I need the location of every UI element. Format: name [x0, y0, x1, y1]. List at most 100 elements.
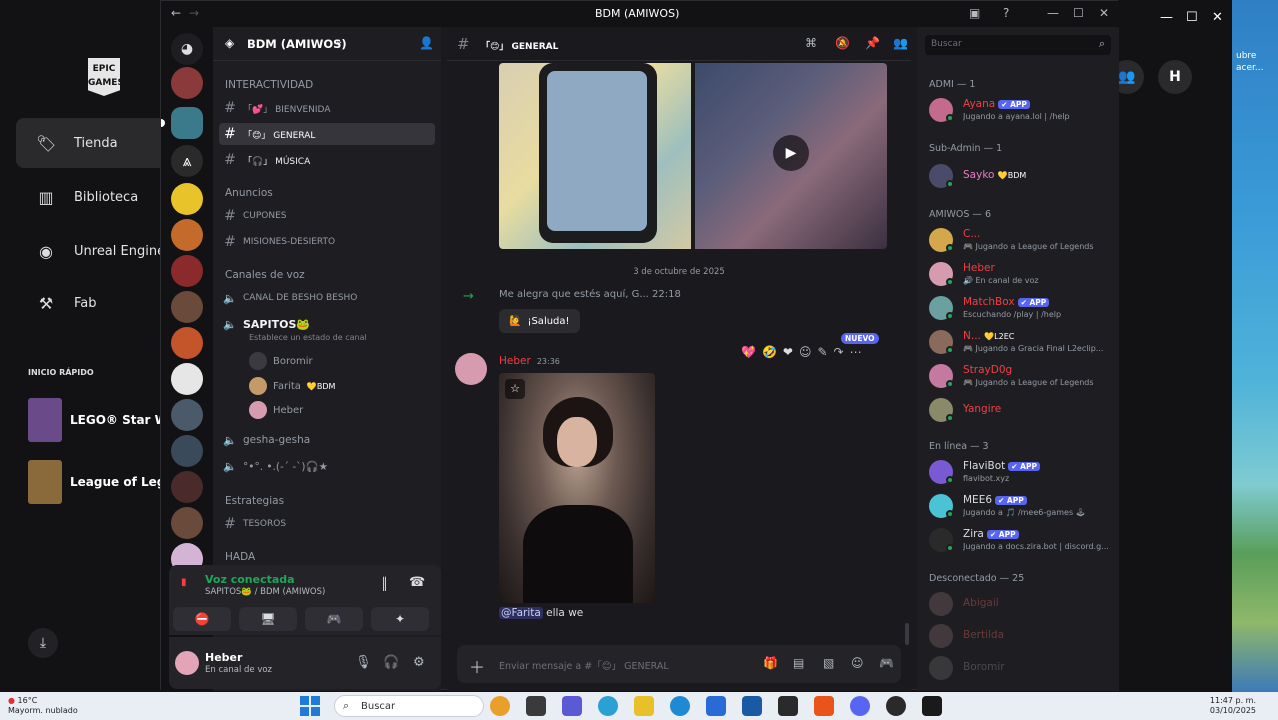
windows-start-icon[interactable]: [300, 696, 320, 716]
file-explorer-icon[interactable]: [634, 696, 654, 716]
help-icon[interactable]: ?: [1003, 6, 1009, 20]
camera-toggle-button[interactable]: ⛔: [173, 607, 231, 631]
download-icon[interactable]: ⤓: [28, 628, 58, 658]
voice-channel-sapitos[interactable]: 🔈 SAPITOS🐸: [219, 313, 435, 335]
search-input[interactable]: Buscar ⌕: [925, 35, 1111, 55]
teams-icon[interactable]: [562, 696, 582, 716]
server-icon[interactable]: [171, 67, 203, 99]
headphones-icon[interactable]: 🎧: [383, 655, 399, 670]
image-attachment[interactable]: [499, 63, 691, 249]
voice-location[interactable]: SAPITOS🐸 / BDM (AMIWOS): [205, 587, 325, 597]
mute-icon[interactable]: 🔕: [835, 36, 850, 50]
wave-button[interactable]: 🙋 ¡Saluda!: [499, 309, 580, 333]
user-mention[interactable]: @Farita: [499, 607, 543, 619]
threads-icon[interactable]: ⌘: [805, 36, 817, 50]
github-icon[interactable]: [886, 696, 906, 716]
screen-share-button[interactable]: 🖥: [239, 607, 297, 631]
server-icon[interactable]: [171, 435, 203, 467]
search-icon[interactable]: ⌕: [1099, 37, 1105, 51]
server-icon[interactable]: [171, 107, 203, 139]
member-item[interactable]: MEE6 ✔ APP Jugando a 🎵 /mee6-games 🕹: [929, 491, 1115, 521]
epic-nav-unreal[interactable]: ◉ Unreal Engine: [16, 226, 166, 276]
video-attachment[interactable]: ▶: [695, 63, 887, 249]
member-item[interactable]: Ayana ✔ APP Jugando a ayana.lol | /help: [929, 95, 1115, 125]
edge-icon[interactable]: [670, 696, 690, 716]
voice-user[interactable]: Boromir: [249, 351, 313, 371]
dropbox-icon[interactable]: [778, 696, 798, 716]
microphone-icon[interactable]: 🎙: [355, 655, 372, 670]
disconnect-icon[interactable]: ☎: [409, 575, 425, 590]
edit-icon[interactable]: ✎: [817, 345, 827, 359]
copilot-app-icon[interactable]: [598, 696, 618, 716]
discord-home-icon[interactable]: ◕: [171, 33, 203, 65]
category-hada[interactable]: HADA: [225, 551, 255, 563]
server-icon[interactable]: [171, 183, 203, 215]
profile-avatar[interactable]: H: [1158, 60, 1192, 94]
member-item[interactable]: StrayD0g 🎮 Jugando a League of Legends: [929, 361, 1115, 391]
gear-icon[interactable]: ⚙: [413, 655, 425, 670]
channel-musica[interactable]: # 「🎧」 MÚSICA: [219, 149, 435, 171]
brave-icon[interactable]: [814, 696, 834, 716]
forward-arrow-icon[interactable]: →: [189, 6, 199, 20]
voice-channel-gesha[interactable]: 🔈 gesha-gesha: [219, 429, 435, 451]
gift-icon[interactable]: 🎁: [763, 656, 778, 670]
channel-general[interactable]: # 「😊」 GENERAL: [219, 123, 435, 145]
server-icon[interactable]: [171, 255, 203, 287]
copilot-icon[interactable]: [490, 696, 510, 716]
inbox-icon[interactable]: ▣: [969, 6, 980, 20]
member-item[interactable]: Bertilda: [929, 621, 1115, 651]
channel-misiones[interactable]: # MISIONES-DESIERTO: [219, 231, 435, 253]
server-icon[interactable]: [171, 363, 203, 395]
voice-user[interactable]: Heber: [249, 400, 303, 420]
close-icon[interactable]: ✕: [1212, 10, 1223, 25]
message-author[interactable]: Heber 23:36: [499, 355, 560, 367]
category-estrategias[interactable]: Estrategias: [225, 495, 284, 507]
sticker-icon[interactable]: ▧: [823, 656, 834, 670]
epic-nav-store[interactable]: 🏷 Tienda: [16, 118, 166, 168]
laugh-reaction-icon[interactable]: 🤣: [762, 345, 777, 359]
play-icon[interactable]: ▶: [773, 135, 809, 171]
user-name[interactable]: Heber: [205, 651, 242, 664]
add-reaction-icon[interactable]: ☺: [799, 345, 812, 359]
activity-button[interactable]: 🎮: [305, 607, 363, 631]
member-item[interactable]: FlaviBot ✔ APP flavibot.xyz: [929, 457, 1115, 487]
plus-icon[interactable]: ＋: [469, 654, 485, 678]
server-icon[interactable]: [171, 471, 203, 503]
avatar[interactable]: [455, 353, 487, 385]
maximize-icon[interactable]: ☐: [1073, 6, 1084, 20]
voice-channel-deco[interactable]: 🔈 °•°. •.(-´ -`)🎧★: [219, 455, 435, 477]
noise-suppression-icon[interactable]: ║: [381, 577, 388, 591]
channel-cupones[interactable]: # CUPONES: [219, 205, 435, 227]
epic-logo[interactable]: EPIC GAMES: [88, 58, 120, 96]
member-item[interactable]: Boromir: [929, 653, 1115, 683]
message-composer[interactable]: ＋ Enviar mensaje a #「😊」 GENERAL 🎁 ▤ ▧ ☺ …: [457, 645, 901, 683]
favorite-star-icon[interactable]: ☆: [505, 379, 525, 399]
channel-status-prompt[interactable]: Establece un estado de canal: [249, 333, 367, 342]
quick-launch-game[interactable]: League of Lege: [28, 460, 168, 504]
emoji-icon[interactable]: ☺: [851, 656, 864, 670]
channel-tesoros[interactable]: # TESOROS: [219, 513, 435, 535]
channel-bienvenida[interactable]: # 「💕」 BIENVENIDA: [219, 97, 435, 119]
member-item[interactable]: Heber 🔊 En canal de voz: [929, 259, 1115, 289]
voice-user[interactable]: Farita 💛BDM: [249, 376, 335, 396]
epic-nav-library[interactable]: ▥ Biblioteca: [16, 172, 166, 222]
reply-icon[interactable]: ↷: [834, 345, 844, 359]
server-icon[interactable]: [171, 291, 203, 323]
store-icon[interactable]: [706, 696, 726, 716]
apps-icon[interactable]: 🎮: [879, 656, 894, 670]
gif-attachment[interactable]: ☆: [499, 373, 655, 603]
system-clock[interactable]: 11:47 p. m. 03/10/2025: [1186, 696, 1256, 716]
soundboard-button[interactable]: ✦: [371, 607, 429, 631]
category-anuncios[interactable]: Anuncios: [225, 187, 273, 199]
back-arrow-icon[interactable]: ←: [171, 6, 181, 20]
add-member-icon[interactable]: 👤: [419, 36, 434, 50]
server-icon[interactable]: [171, 327, 203, 359]
composer-placeholder[interactable]: Enviar mensaje a #「😊」 GENERAL: [499, 658, 669, 672]
voice-channel-besho[interactable]: 🔈 CANAL DE BESHO BESHO: [219, 287, 435, 309]
quick-launch-game[interactable]: LEGO® Star Wa: [28, 398, 168, 442]
member-item[interactable]: Yangire: [929, 395, 1115, 425]
minimize-icon[interactable]: —: [1160, 10, 1173, 25]
chat-scrollbar[interactable]: [905, 623, 909, 645]
discord-taskbar-icon[interactable]: [850, 696, 870, 716]
member-item[interactable]: C... 🎮 Jugando a League of Legends: [929, 225, 1115, 255]
